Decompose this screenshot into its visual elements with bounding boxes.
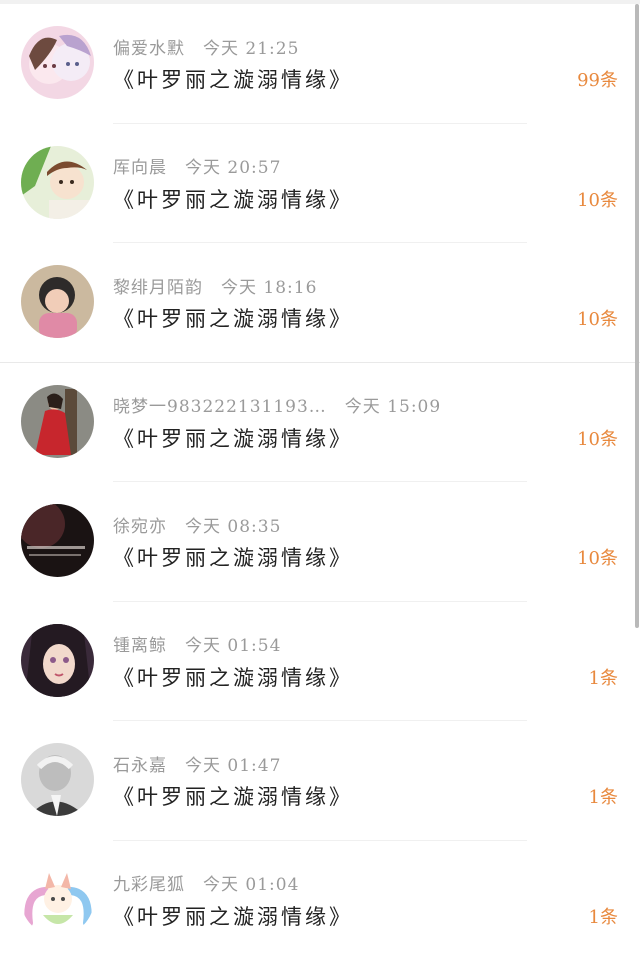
comment-meta: 锺离鲸今天 01:54	[113, 632, 281, 656]
username[interactable]: 晓梦一983222131193…	[113, 392, 327, 417]
timestamp: 今天 08:35	[185, 512, 281, 537]
comment-title[interactable]: 《叶罗丽之漩溺情缘》	[113, 423, 353, 453]
username[interactable]: 偏爱水默	[113, 34, 185, 59]
timestamp: 今天 01:04	[203, 870, 299, 895]
anime-dark-hair-avatar[interactable]	[21, 624, 94, 697]
timestamp: 今天 15:09	[345, 392, 441, 417]
comment-row[interactable]: 晓梦一983222131193… 今天 15:09 《叶罗丽之漩溺情缘》 10条	[0, 363, 640, 483]
comment-title[interactable]: 《叶罗丽之漩溺情缘》	[113, 184, 353, 214]
comment-meta: 石永嘉今天 01:47	[113, 751, 281, 775]
message-count[interactable]: 10条	[577, 544, 618, 570]
comment-row[interactable]: 黎绯月陌韵今天 18:16 《叶罗丽之漩溺情缘》 10条	[0, 243, 640, 363]
comment-row[interactable]: 徐宛亦今天 08:35 《叶罗丽之漩溺情缘》 10条	[0, 482, 640, 602]
comment-meta: 九彩尾狐今天 01:04	[113, 871, 299, 895]
username[interactable]: 徐宛亦	[113, 512, 167, 537]
comment-title[interactable]: 《叶罗丽之漩溺情缘》	[113, 542, 353, 572]
comment-title[interactable]: 《叶罗丽之漩溺情缘》	[113, 303, 353, 333]
timestamp: 今天 01:54	[185, 631, 281, 656]
username[interactable]: 石永嘉	[113, 751, 167, 776]
comment-title[interactable]: 《叶罗丽之漩溺情缘》	[113, 781, 353, 811]
comment-meta: 晓梦一983222131193… 今天 15:09	[113, 393, 441, 417]
message-count[interactable]: 99条	[577, 66, 618, 92]
comment-meta: 徐宛亦今天 08:35	[113, 512, 281, 536]
message-count[interactable]: 10条	[577, 305, 618, 331]
comment-meta: 厍向晨今天 20:57	[113, 154, 281, 178]
comment-meta: 黎绯月陌韵今天 18:16	[113, 273, 317, 297]
comment-meta: 偏爱水默今天 21:25	[113, 34, 299, 58]
message-count[interactable]: 1条	[589, 664, 618, 690]
timestamp: 今天 20:57	[185, 153, 281, 178]
comment-row[interactable]: 偏爱水默今天 21:25 《叶罗丽之漩溺情缘》 99条	[0, 4, 640, 124]
username[interactable]: 黎绯月陌韵	[113, 273, 203, 298]
man-portrait-avatar[interactable]	[21, 743, 94, 816]
child-photo-avatar[interactable]	[21, 265, 94, 338]
timestamp: 今天 01:47	[185, 751, 281, 776]
comment-title[interactable]: 《叶罗丽之漩溺情缘》	[113, 64, 353, 94]
rainbow-fox-avatar[interactable]	[21, 863, 94, 936]
dark-text-avatar[interactable]	[21, 504, 94, 577]
comment-title[interactable]: 《叶罗丽之漩溺情缘》	[113, 901, 353, 931]
comment-list: 偏爱水默今天 21:25 《叶罗丽之漩溺情缘》 99条 厍向晨今天 20:57 《叶罗…	[0, 4, 640, 960]
timestamp: 今天 21:25	[203, 34, 299, 59]
username[interactable]: 锺离鲸	[113, 631, 167, 656]
timestamp: 今天 18:16	[221, 273, 317, 298]
anime-girls-avatar[interactable]	[21, 26, 94, 99]
username[interactable]: 厍向晨	[113, 153, 167, 178]
scrollbar[interactable]	[635, 4, 639, 628]
comment-row[interactable]: 石永嘉今天 01:47 《叶罗丽之漩溺情缘》 1条	[0, 721, 640, 841]
username[interactable]: 九彩尾狐	[113, 870, 185, 895]
comment-row[interactable]: 锺离鲸今天 01:54 《叶罗丽之漩溺情缘》 1条	[0, 602, 640, 722]
message-count[interactable]: 10条	[577, 186, 618, 212]
comment-row[interactable]: 九彩尾狐今天 01:04 《叶罗丽之漩溺情缘》 1条	[0, 841, 640, 960]
anime-boy-avatar[interactable]	[21, 146, 94, 219]
comment-title[interactable]: 《叶罗丽之漩溺情缘》	[113, 662, 353, 692]
message-count[interactable]: 10条	[577, 425, 618, 451]
message-count[interactable]: 1条	[589, 903, 618, 929]
message-count[interactable]: 1条	[589, 783, 618, 809]
woman-red-dress-avatar[interactable]	[21, 385, 94, 458]
comment-row[interactable]: 厍向晨今天 20:57 《叶罗丽之漩溺情缘》 10条	[0, 124, 640, 244]
